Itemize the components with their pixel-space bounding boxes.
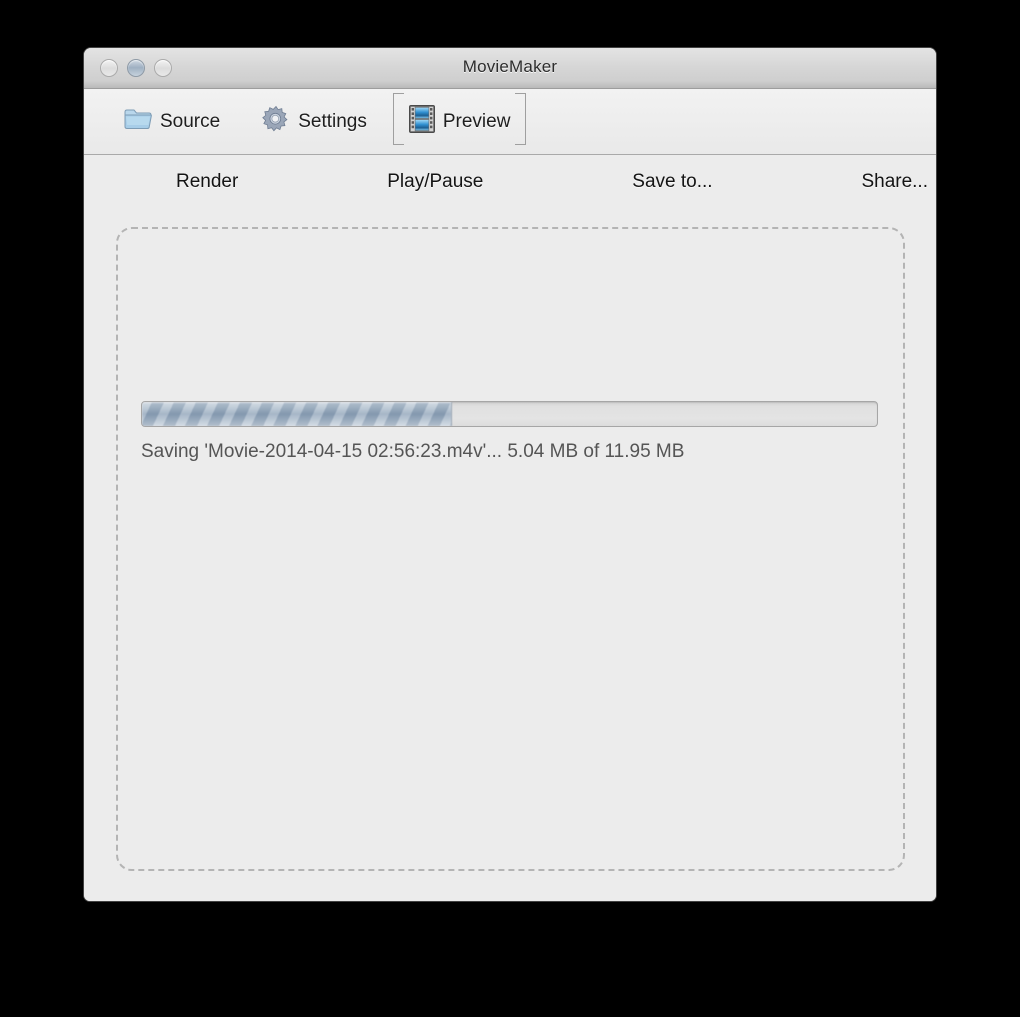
toolbar-item-preview-label: Preview [442,110,511,132]
folder-icon [124,107,152,136]
preview-drop-area[interactable] [116,227,905,871]
action-button-row: Render Play/Pause Save to... Share... [168,155,936,209]
film-strip-icon [408,105,435,138]
toolbar-item-source[interactable]: Source [114,101,230,142]
gear-icon [262,105,290,138]
moviemaker-window: MovieMaker Source Settings Preview Rende… [84,48,936,901]
save-to-button[interactable]: Save to... [624,167,720,197]
render-button[interactable]: Render [168,167,246,197]
window-titlebar: MovieMaker [84,48,936,89]
preview-content-area: Render Play/Pause Save to... Share... Sa… [84,155,936,901]
desktop-background: MovieMaker Source Settings Preview Rende… [0,0,1020,1017]
progress-bar [141,401,878,427]
play-pause-button[interactable]: Play/Pause [379,167,491,197]
toolbar-item-source-label: Source [160,110,221,132]
toolbar-item-settings[interactable]: Settings [252,99,377,144]
window-title: MovieMaker [462,57,558,76]
main-toolbar: Source Settings Preview [84,89,936,155]
toolbar-item-settings-label: Settings [298,110,367,132]
progress-bar-fill [142,402,452,426]
toolbar-item-preview[interactable]: Preview [392,93,526,145]
progress-section: Saving 'Movie-2014-04-15 02:56:23.m4v'..… [141,401,878,463]
progress-status-text: Saving 'Movie-2014-04-15 02:56:23.m4v'..… [141,441,685,462]
share-button[interactable]: Share... [853,167,936,197]
